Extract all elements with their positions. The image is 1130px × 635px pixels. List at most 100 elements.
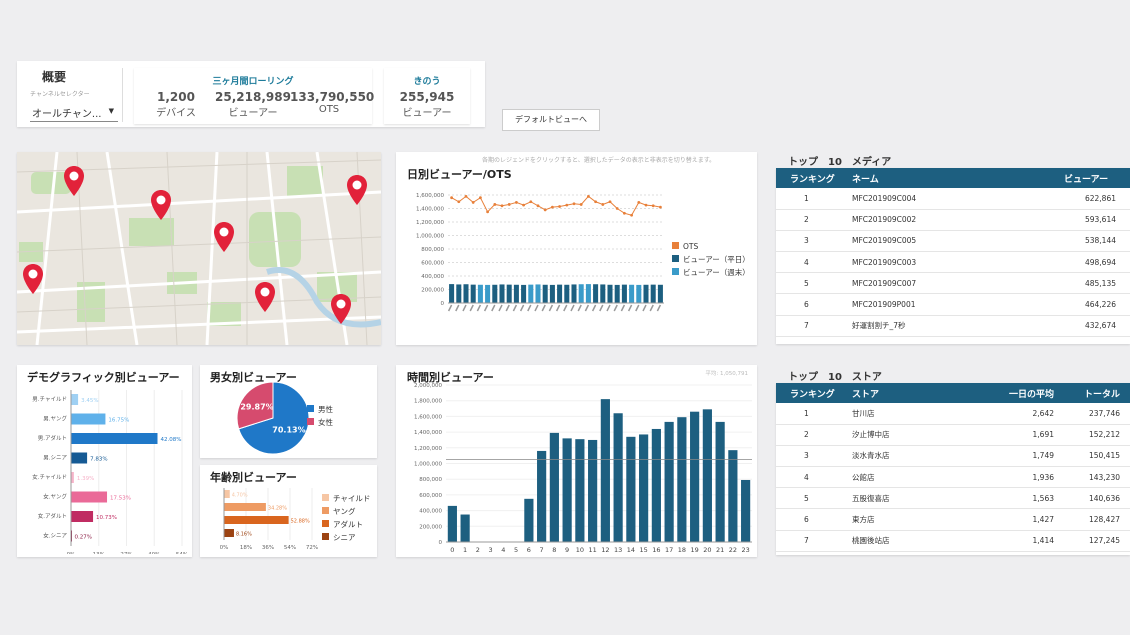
bar [71, 452, 88, 464]
category-label: 女.シニア [43, 532, 67, 540]
data-point [565, 203, 569, 207]
legend-senior[interactable]: シニア [322, 531, 370, 544]
table-row[interactable]: 5 五股復喜店 1,563 140,636 [776, 487, 1130, 510]
legend-young[interactable]: ヤング [322, 505, 370, 518]
bar [460, 514, 470, 542]
map-pin-icon[interactable] [331, 294, 351, 324]
map-pin-icon[interactable] [214, 222, 234, 252]
dropdown-arrow-icon: ▼ [108, 107, 114, 115]
table-row[interactable]: 3 淡水青水店 1,749 150,415 [776, 445, 1130, 468]
stores-header-rank[interactable]: ランキング [776, 383, 848, 403]
data-point [500, 204, 504, 208]
data-point [637, 201, 641, 204]
table-row[interactable]: 4 MFC201909C003 498,694 [776, 251, 1130, 274]
channel-selector[interactable]: オールチャン... ▼ [30, 100, 118, 122]
x-tick-label: 0 [450, 546, 454, 554]
data-label: 52.88% [291, 519, 310, 525]
media-header-name[interactable]: ネーム [848, 168, 1060, 188]
table-row[interactable]: 6 東方店 1,427 128,427 [776, 508, 1130, 531]
viewers-cell: 432,674 [1060, 315, 1130, 337]
x-tick-mark [505, 304, 510, 312]
media-name-cell: MFC201909C003 [848, 251, 1060, 274]
daily-average-cell: 1,749 [980, 445, 1060, 468]
data-point [464, 194, 468, 198]
series-line-ots [451, 195, 661, 216]
y-tick-label: 1,200,000 [416, 220, 444, 226]
media-header-rank[interactable]: ランキング [776, 168, 848, 188]
category-label: 女.アダルト [38, 512, 67, 520]
table-row[interactable]: 2 汐止博中店 1,691 152,212 [776, 424, 1130, 446]
legend-ots[interactable]: OTS [672, 240, 750, 253]
x-tick-label: 0% [220, 545, 229, 551]
map-pin-icon[interactable] [23, 264, 43, 294]
demographic-title: デモグラフィック別ビューアー [27, 371, 180, 384]
table-row[interactable]: 5 MFC201909C007 485,135 [776, 272, 1130, 295]
bar [499, 284, 505, 303]
data-label: 29.87% [240, 402, 273, 411]
legend-child[interactable]: チャイルド [322, 492, 370, 505]
legend-weekday[interactable]: ビューアー（平日） [672, 253, 750, 266]
stores-header-total[interactable]: トータル [1060, 383, 1130, 403]
x-tick-label: 6 [527, 546, 531, 554]
map-pin-icon[interactable] [64, 166, 84, 196]
data-point [471, 201, 475, 204]
stores-header-store[interactable]: ストア [848, 383, 980, 403]
average-label: 平均: 1,050,791 [705, 369, 748, 377]
table-row[interactable]: 6 MFC201909P001 464,226 [776, 293, 1130, 316]
bar [477, 284, 483, 303]
x-tick-label: 21 [716, 546, 724, 554]
media-name-cell: MFC201909P001 [848, 293, 1060, 316]
x-tick-mark [656, 304, 662, 312]
y-tick-label: 800,000 [419, 477, 442, 483]
media-header-viewers[interactable]: ビューアー [1060, 168, 1130, 188]
table-row[interactable]: 2 MFC201909C002 593,614 [776, 209, 1130, 231]
table-row[interactable]: 1 MFC201909C004 622,861 [776, 188, 1130, 210]
viewers-cell: 622,861 [1060, 188, 1130, 210]
table-row[interactable]: 4 公館店 1,936 143,230 [776, 466, 1130, 489]
legend-female[interactable]: 女性 [307, 416, 333, 429]
legend-weekend[interactable]: ビューアー（週末） [672, 266, 750, 279]
table-row[interactable]: 7 好運割割チ_7秒 432,674 [776, 315, 1130, 337]
bar [528, 284, 534, 303]
age-legend[interactable]: チャイルド ヤング アダルト シニア [322, 492, 370, 544]
gender-legend[interactable]: 男性 女性 [307, 403, 333, 429]
x-tick-mark [620, 304, 626, 312]
hourly-chart: 平均: 1,050,791 0 200,000 400,000 600,000 800,0… [414, 369, 752, 554]
bar [506, 284, 512, 303]
yesterday-title: きのう [413, 77, 441, 87]
bar [600, 284, 606, 303]
ots-value: 133,790,550 [290, 90, 375, 104]
map-panel[interactable] [17, 152, 381, 345]
daily-average-cell: 1,936 [980, 466, 1060, 489]
legend-male[interactable]: 男性 [307, 403, 333, 416]
store-name-cell: 淡水青水店 [848, 445, 980, 468]
bar [643, 284, 649, 303]
x-tick-label: 12 [601, 546, 609, 554]
bar [549, 284, 555, 303]
total-cell: 128,427 [1060, 508, 1130, 531]
legend-label: 女性 [318, 418, 333, 427]
data-point [572, 202, 576, 206]
table-row[interactable]: 1 甘川店 2,642 237,746 [776, 403, 1130, 425]
default-view-button[interactable]: デフォルトビューへ [502, 109, 600, 131]
legend-label: ビューアー（週末） [683, 268, 750, 277]
stores-header-average[interactable]: 一日の平均 [980, 383, 1060, 403]
total-cell: 237,746 [1060, 403, 1130, 425]
x-tick-label: 7 [540, 546, 544, 554]
legend-adult[interactable]: アダルト [322, 518, 370, 531]
table-row[interactable]: 3 MFC201909C005 538,144 [776, 230, 1130, 253]
data-point [558, 205, 561, 208]
media-table: ランキング ネーム ビューアー 1 MFC201909C004 622,861 2 MF… [776, 168, 1130, 337]
map-pin-icon[interactable] [347, 175, 367, 205]
x-tick-label: 54% [176, 552, 188, 554]
map-pin-icon[interactable] [255, 282, 275, 312]
daily-legend[interactable]: OTS ビューアー（平日） ビューアー（週末） [672, 240, 750, 279]
legend-label: OTS [683, 242, 699, 251]
map-pin-icon[interactable] [151, 190, 171, 220]
table-row[interactable]: 7 桃園後站店 1,414 127,245 [776, 530, 1130, 552]
category-label: 男.チャイルド [32, 396, 67, 403]
viewers-cell: 485,135 [1060, 272, 1130, 295]
x-tick-mark [570, 304, 575, 312]
data-point [529, 200, 533, 204]
daily-average-cell: 2,642 [980, 403, 1060, 425]
